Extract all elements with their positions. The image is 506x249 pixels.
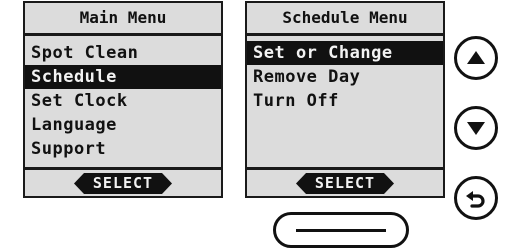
up-button[interactable]	[454, 36, 498, 80]
triangle-down-icon	[467, 122, 485, 135]
select-softkey[interactable]: SELECT	[74, 173, 172, 194]
menu-item-spot-clean[interactable]: Spot Clean	[25, 41, 221, 65]
menu-item-support[interactable]: Support	[25, 137, 221, 161]
schedule-menu-screen: Schedule Menu Set or Change Remove Day T…	[245, 1, 445, 198]
menu-item-turn-off[interactable]: Turn Off	[247, 89, 443, 113]
select-softkey[interactable]: SELECT	[296, 173, 394, 194]
menu-item-set-or-change[interactable]: Set or Change	[247, 41, 443, 65]
home-button[interactable]	[273, 212, 409, 248]
menu-item-set-clock[interactable]: Set Clock	[25, 89, 221, 113]
back-arrow-icon	[466, 191, 485, 208]
menu-item-remove-day[interactable]: Remove Day	[247, 65, 443, 89]
back-button[interactable]	[454, 176, 498, 220]
title-divider	[247, 33, 443, 36]
main-menu-screen: Main Menu Spot Clean Schedule Set Clock …	[23, 1, 223, 198]
softkey-divider	[247, 167, 443, 170]
down-button[interactable]	[454, 106, 498, 150]
schedule-menu-title: Schedule Menu	[282, 8, 408, 27]
schedule-menu-list: Set or Change Remove Day Turn Off	[247, 41, 443, 113]
main-menu-title: Main Menu	[79, 8, 167, 27]
triangle-up-icon	[467, 51, 485, 64]
softkey-divider	[25, 167, 221, 170]
menu-item-language[interactable]: Language	[25, 113, 221, 137]
main-menu-list: Spot Clean Schedule Set Clock Language S…	[25, 41, 221, 161]
title-divider	[25, 33, 221, 36]
horizontal-bar-icon	[296, 229, 386, 232]
menu-item-schedule[interactable]: Schedule	[25, 65, 221, 89]
